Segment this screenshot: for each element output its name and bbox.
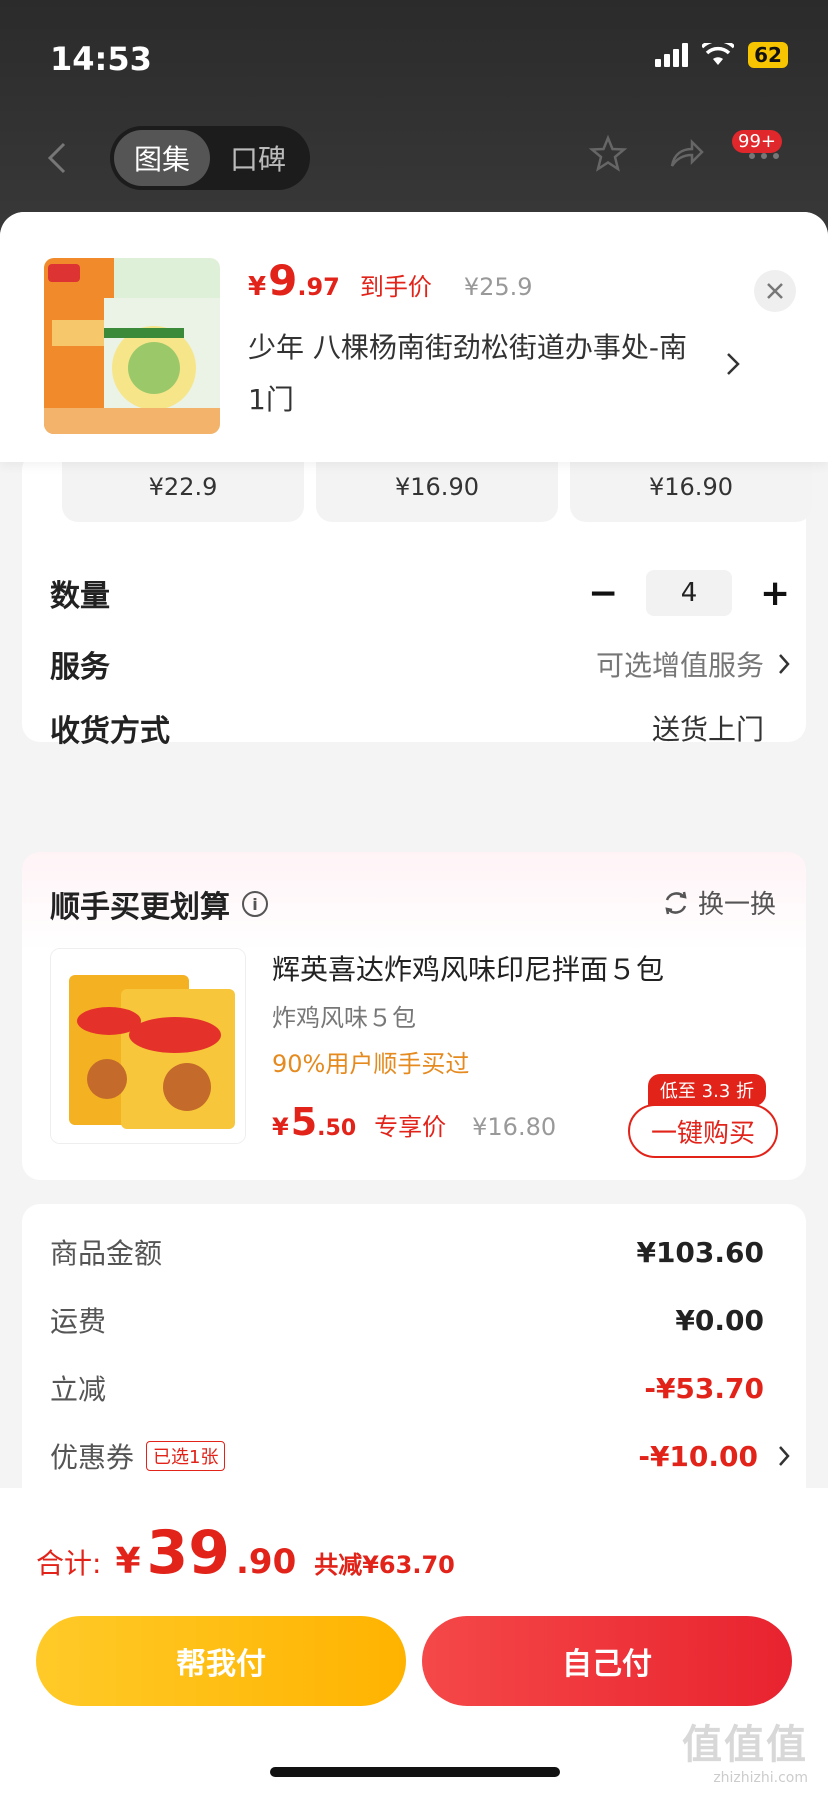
total-label: 合计: [36,1547,102,1580]
nav-actions: 99+ [588,130,794,174]
spec-price: ¥22.9 [148,473,218,501]
gallery-review-switch: 图集 口碑 [110,126,310,190]
product-price: ¥ 9 .97 到手价 ¥25.9 [248,256,533,305]
upsell-product-spec: 炸鸡风味５包 [272,1004,416,1032]
decrease-button[interactable]: − [588,573,618,614]
coupon-row[interactable]: 优惠券 已选1张 -¥10.00 [50,1436,790,1476]
summary-row: 商品金额 ¥103.60 [50,1232,790,1272]
summary-label: 商品金额 [50,1237,163,1270]
home-indicator [270,1767,560,1777]
spec-option[interactable]: 500g ¥16.90 [570,438,812,522]
increase-button[interactable]: + [760,573,790,614]
delivery-method-row[interactable]: 收货方式 送货上门 [50,706,790,750]
upsell-price-decimal: .50 [317,1116,357,1141]
total-integer: 39 [146,1518,231,1588]
summary-label: 立减 [50,1373,107,1406]
service-label: 服务 [50,650,110,685]
summary-value: -¥10.00 [638,1439,758,1473]
total-decimal: .90 [236,1542,297,1582]
original-price: ¥25.9 [463,273,533,301]
upsell-price-currency: ¥ [272,1113,289,1141]
spec-price: ¥16.90 [395,473,479,501]
summary-label: 优惠券 [50,1441,135,1474]
coupon-label-group: 优惠券 已选1张 [50,1436,226,1476]
refresh-icon [665,891,687,914]
upsell-social-proof: 90%用户顺手买过 [272,1050,470,1078]
help-me-pay-button[interactable]: 帮我付 [36,1616,406,1706]
status-bar: 14:53 62 [0,0,828,110]
info-icon[interactable]: i [242,891,268,917]
quantity-input[interactable]: 4 [646,570,732,616]
upsell-card: 顺手买更划算 i 换一换 辉英喜达炸鸡风味印尼拌面５包 炸鸡风味５包 90%用户… [22,852,806,1180]
total-savings: 共减¥63.70 [314,1551,455,1579]
upsell-original-price: ¥16.80 [472,1113,557,1141]
more-menu[interactable]: 99+ [732,130,794,174]
back-arrow-icon[interactable] [40,140,76,176]
wifi-icon [702,43,734,65]
swap-button[interactable]: 换一换 [662,884,776,921]
price-label: 到手价 [359,273,432,301]
status-icons: 62 [655,42,788,68]
spec-card: ¥22.9 ¥16.90 500g ¥16.90 数量 − 4 + 服务 可选增… [22,438,812,749]
nav-bar: 图集 口碑 99+ [0,118,828,198]
summary-label: 运费 [50,1305,107,1338]
coupon-value-group: -¥10.00 [638,1440,790,1473]
summary-value: -¥53.70 [644,1371,764,1405]
price-integer: 9 [268,256,298,305]
summary-row: 运费 ¥0.00 [50,1300,790,1340]
price-decimal: .97 [297,273,340,301]
chevron-right-icon [779,654,790,674]
spec-option[interactable]: ¥22.9 [62,452,304,522]
discount-badge: 低至 3.3 折 [647,1074,766,1106]
summary-value: ¥0.00 [675,1303,764,1337]
one-click-buy-button[interactable]: 一键购买 [628,1104,778,1158]
coupon-count-tag: 已选1张 [146,1441,226,1471]
star-icon[interactable] [588,134,628,174]
signal-icon [655,43,688,67]
close-button[interactable] [754,270,796,312]
upsell-price: ¥ 5 .50 专享价 ¥16.80 [272,1100,556,1144]
product-header: ¥ 9 .97 到手价 ¥25.9 少年 八棵杨南街劲松街道办事处-南1门 [0,212,828,462]
tab-gallery[interactable]: 图集 [114,130,210,186]
quantity-stepper: − 4 + [588,570,790,616]
checkout-footer: 合计: ¥ 39 .90 共减¥63.70 值值值 zhizhizhi.com … [0,1488,828,1793]
service-text: 可选增值服务 [595,649,764,682]
share-icon[interactable] [666,134,706,174]
service-row[interactable]: 服务 可选增值服务 [50,642,790,686]
order-total: 合计: ¥ 39 .90 共减¥63.70 [36,1518,455,1588]
delivery-address[interactable]: 少年 八棵杨南街劲松街道办事处-南1门 [248,322,688,426]
summary-value: ¥103.60 [636,1235,764,1269]
quantity-label: 数量 [50,579,110,614]
upsell-title: 顺手买更划算 i [50,882,268,926]
status-time: 14:53 [50,40,152,78]
watermark-url: zhizhizhi.com [713,1770,808,1786]
chevron-right-icon [779,1446,790,1466]
summary-row: 立减 -¥53.70 [50,1368,790,1408]
upsell-product-image[interactable] [50,948,246,1144]
tab-reviews[interactable]: 口碑 [210,130,306,186]
upsell-price-integer: 5 [290,1100,318,1144]
chevron-right-icon[interactable] [726,352,740,376]
watermark: 值值值 zhizhizhi.com [668,1712,808,1786]
notification-badge: 99+ [732,130,782,153]
swap-label: 换一换 [697,890,776,920]
upsell-price-label: 专享价 [374,1113,447,1141]
upsell-product-name[interactable]: 辉英喜达炸鸡风味印尼拌面５包 [272,948,664,988]
spec-option[interactable]: ¥16.90 [316,452,558,522]
total-currency: ¥ [115,1541,141,1582]
product-thumbnail [44,258,220,434]
pay-myself-button[interactable]: 自己付 [422,1616,792,1706]
delivery-value: 送货上门 [651,713,764,746]
spec-price: ¥16.90 [649,473,733,501]
service-value: 可选增值服务 [596,644,790,684]
watermark-logo: 值值值 [682,1722,808,1768]
delivery-label: 收货方式 [50,714,170,749]
spec-options: ¥22.9 ¥16.90 500g ¥16.90 [62,438,828,522]
price-currency: ¥ [248,272,267,302]
quantity-row: 数量 − 4 + [50,570,790,616]
upsell-title-text: 顺手买更划算 [50,890,230,925]
close-icon [767,283,783,299]
battery-icon: 62 [748,42,788,68]
